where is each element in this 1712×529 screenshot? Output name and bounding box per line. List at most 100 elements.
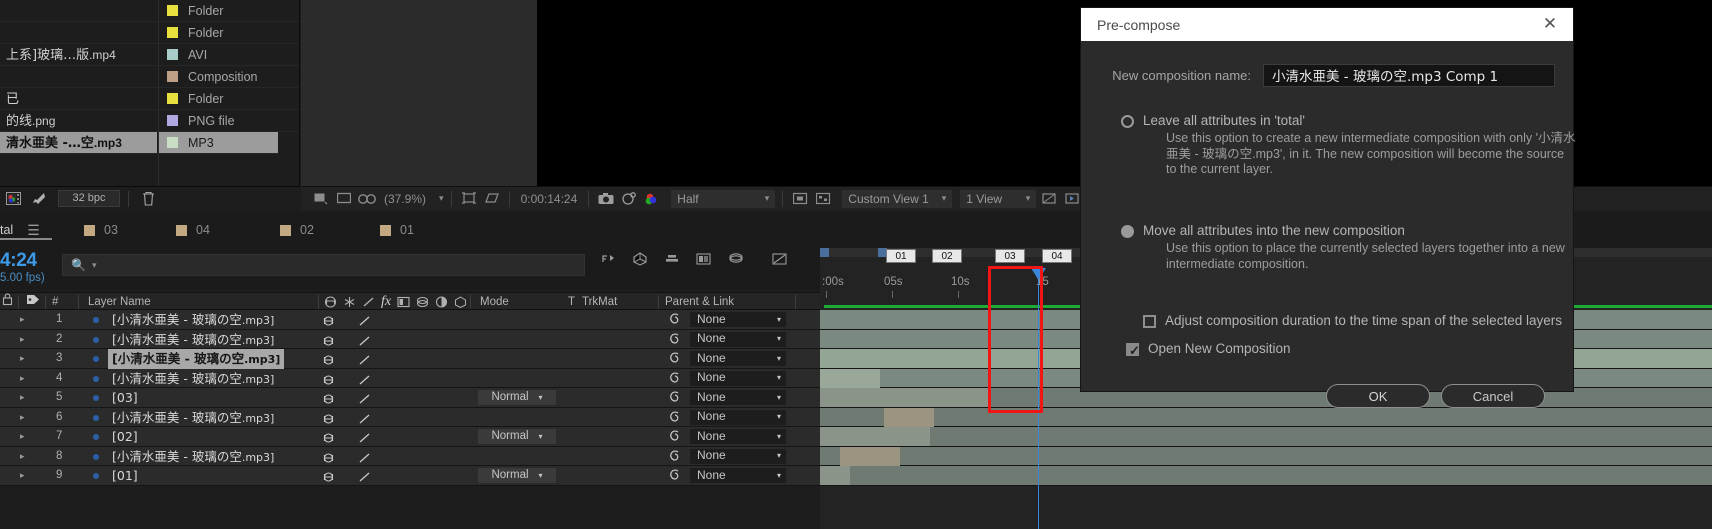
- parent-dropdown[interactable]: None ▾: [690, 429, 786, 444]
- composition-viewer[interactable]: [537, 0, 1083, 186]
- twirl-icon[interactable]: ▸: [20, 466, 25, 486]
- label-tag-icon[interactable]: [26, 293, 40, 311]
- fast-preview-icon[interactable]: [1062, 190, 1082, 208]
- layer-marker[interactable]: 01: [886, 249, 916, 263]
- show-snapshot-icon[interactable]: [619, 190, 639, 208]
- bit-depth-button[interactable]: 32 bpc: [58, 190, 120, 207]
- layer-bar-9[interactable]: [820, 466, 850, 485]
- column-header-number[interactable]: #: [52, 293, 58, 311]
- cancel-button[interactable]: Cancel: [1441, 384, 1545, 408]
- table-row[interactable]: ▸ 9 [01] Normal ▾ None ▾: [0, 466, 820, 486]
- panel-menu-icon[interactable]: ☰: [27, 222, 40, 239]
- parent-dropdown[interactable]: None ▾: [690, 351, 786, 366]
- toggle-view-icon[interactable]: [311, 190, 331, 208]
- 3d-glasses-icon[interactable]: [357, 190, 377, 208]
- option-leave-attributes[interactable]: Leave all attributes in 'total' Use this…: [1121, 113, 1578, 178]
- enable-frame-blend-icon[interactable]: [632, 252, 648, 269]
- trash-icon[interactable]: [137, 190, 159, 208]
- transparency-grid-icon[interactable]: [813, 190, 833, 208]
- snapshot-icon[interactable]: [596, 190, 616, 208]
- table-row[interactable]: ▸ 6 [小清水亜美 - 玻璃の空.mp3] None ▾: [0, 407, 820, 428]
- view-count-dropdown[interactable]: 1 View ▾: [960, 189, 1037, 208]
- parent-dropdown[interactable]: None ▾: [690, 370, 786, 386]
- checkbox-adjust-duration[interactable]: Adjust composition duration to the time …: [1143, 313, 1562, 328]
- chevron-down-icon[interactable]: ▾: [439, 193, 444, 204]
- twirl-icon[interactable]: ▸: [20, 349, 25, 369]
- parent-dropdown[interactable]: None ▾: [690, 331, 786, 347]
- render-rocket-icon[interactable]: [28, 190, 50, 208]
- draft-3d-icon[interactable]: [728, 252, 744, 269]
- parent-dropdown[interactable]: None ▾: [690, 448, 786, 464]
- tab-total[interactable]: tal ☰: [0, 212, 52, 248]
- table-row[interactable]: ▸ 1 [小清水亜美 - 玻璃の空.mp3] None ▾: [0, 310, 820, 330]
- layer-track-6[interactable]: [820, 407, 1712, 427]
- radio-move-attributes[interactable]: [1121, 225, 1134, 238]
- monitor-icon[interactable]: [334, 190, 354, 208]
- table-row[interactable]: ▸ 8 [小清水亜美 - 玻璃の空.mp3] None ▾: [0, 446, 820, 467]
- layer-bar-7[interactable]: [820, 427, 930, 446]
- composition-name-input[interactable]: 小清水亜美 - 玻璃の空.mp3 Comp 1: [1263, 63, 1555, 87]
- lock-icon[interactable]: [2, 293, 13, 311]
- audio-toggle-icon[interactable]: [322, 470, 335, 490]
- zoom-level-dropdown[interactable]: (37.9%): [380, 192, 430, 206]
- column-header-parent[interactable]: Parent & Link: [665, 293, 734, 311]
- checkbox-open-new-composition[interactable]: ✓ Open New Composition: [1126, 341, 1291, 358]
- layer-track-9[interactable]: [820, 466, 1712, 486]
- resolution-dropdown[interactable]: Half ▾: [671, 189, 776, 208]
- twirl-icon[interactable]: ▸: [20, 330, 25, 350]
- layer-bar-5[interactable]: [820, 388, 990, 407]
- tab-04[interactable]: 04: [176, 212, 210, 248]
- parent-pickwhip-icon[interactable]: [668, 469, 681, 489]
- layer-marker[interactable]: 02: [932, 249, 962, 263]
- table-row[interactable]: ▸ 5 [03] Normal ▾ None ▾: [0, 388, 820, 408]
- parent-dropdown[interactable]: None ▾: [690, 312, 786, 327]
- layer-name[interactable]: [小清水亜美 - 玻璃の空.mp3]: [108, 447, 278, 467]
- twirl-icon[interactable]: ▸: [20, 408, 25, 428]
- lock-toggle-icon[interactable]: [358, 470, 371, 490]
- tab-02[interactable]: 02: [280, 212, 314, 248]
- project-color-icon[interactable]: [2, 190, 24, 208]
- column-header-layer-name[interactable]: Layer Name: [88, 293, 151, 311]
- blend-mode-dropdown[interactable]: Normal ▾: [478, 429, 556, 444]
- motion-blur-icon[interactable]: [664, 252, 680, 269]
- dialog-title-bar[interactable]: Pre-compose ✕: [1081, 8, 1573, 41]
- twirl-icon[interactable]: ▸: [20, 310, 25, 330]
- layer-name[interactable]: [小清水亜美 - 玻璃の空.mp3]: [108, 330, 278, 350]
- tab-01[interactable]: 01: [380, 212, 414, 248]
- layer-track-8[interactable]: [820, 446, 1712, 466]
- twirl-icon[interactable]: ▸: [20, 427, 25, 447]
- table-row[interactable]: ▸ 7 [02] Normal ▾ None ▾: [0, 427, 820, 447]
- parent-dropdown[interactable]: None ▾: [690, 390, 786, 405]
- checkbox-box[interactable]: [1143, 315, 1156, 328]
- column-header-mode[interactable]: Mode: [480, 293, 509, 311]
- twirl-icon[interactable]: ▸: [20, 388, 25, 408]
- graph-editor-icon[interactable]: [696, 252, 712, 269]
- table-row[interactable]: ▸ 4 [小清水亜美 - 玻璃の空.mp3] None ▾: [0, 368, 820, 389]
- layer-marker[interactable]: 04: [1042, 249, 1072, 263]
- layer-name[interactable]: [03]: [108, 388, 142, 408]
- project-item-row-selected[interactable]: 清水亜美 -…空.mp3: [0, 132, 157, 154]
- work-area-start-handle[interactable]: [820, 248, 829, 257]
- option-move-attributes[interactable]: Move all attributes into the new composi…: [1121, 223, 1578, 272]
- column-header-t[interactable]: T: [568, 293, 575, 311]
- current-timecode[interactable]: 4:24: [0, 250, 37, 272]
- layer-name[interactable]: [小清水亜美 - 玻璃の空.mp3]: [108, 310, 278, 330]
- parent-dropdown[interactable]: None ▾: [690, 468, 786, 483]
- close-icon[interactable]: ✕: [1541, 15, 1559, 34]
- search-input[interactable]: 🔍 ▾: [62, 254, 585, 276]
- table-row[interactable]: ▸ 3 [小清水亜美 - 玻璃の空.mp3] None ▾: [0, 349, 820, 369]
- layer-bar-6[interactable]: [884, 407, 934, 427]
- twirl-icon[interactable]: ▸: [20, 369, 25, 389]
- radio-leave-attributes[interactable]: [1121, 115, 1134, 128]
- grid-guides-icon[interactable]: [482, 190, 502, 208]
- layer-name[interactable]: [小清水亜美 - 玻璃の空.mp3]: [108, 408, 278, 428]
- region-icon[interactable]: [790, 190, 810, 208]
- ok-button[interactable]: OK: [1326, 384, 1430, 408]
- view-layout-dropdown[interactable]: Custom View 1 ▾: [842, 189, 953, 208]
- layer-name[interactable]: [小清水亜美 - 玻璃の空.mp3]: [108, 369, 278, 389]
- layer-bar-8[interactable]: [840, 446, 900, 466]
- region-of-interest-icon[interactable]: [459, 190, 479, 208]
- comp-renderer-icon[interactable]: [772, 252, 788, 269]
- playhead-handle[interactable]: [1031, 268, 1046, 280]
- viewer-timecode[interactable]: 0:00:14:24: [517, 192, 582, 206]
